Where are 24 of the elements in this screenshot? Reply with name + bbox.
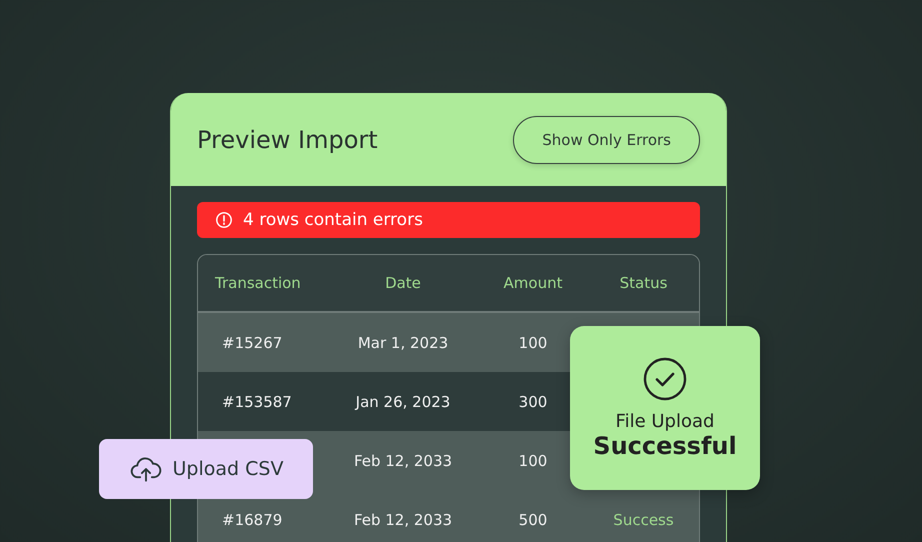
- table-cell: Jan 26, 2023: [356, 392, 450, 410]
- check-circle-icon: [643, 356, 687, 400]
- table-cell: Mar 1, 2023: [358, 334, 448, 352]
- error-message: 4 rows contain errors: [243, 210, 423, 230]
- table-cell: Success: [613, 510, 674, 528]
- table-cell: 500: [518, 510, 548, 528]
- show-errors-button[interactable]: Show Only Errors: [513, 116, 700, 164]
- table-cell: 100: [518, 334, 548, 352]
- card-title: Preview Import: [197, 126, 378, 154]
- table-cell: 300: [518, 392, 548, 410]
- alert-icon: [215, 211, 233, 229]
- table-cell-text: #15267: [221, 334, 282, 352]
- column-header: Status: [620, 274, 668, 292]
- column-header: Amount: [504, 274, 562, 292]
- table-cell-text: #153587: [221, 392, 292, 410]
- column-header: Date: [385, 274, 421, 292]
- table-row[interactable]: #16879 Feb 12, 2033 500 Success: [198, 490, 699, 542]
- table-cell: 100: [518, 452, 548, 470]
- column-header: Transaction: [214, 274, 301, 292]
- table-cell: Feb 12, 2033: [354, 452, 452, 470]
- upload-csv-button[interactable]: Upload CSV: [99, 439, 313, 499]
- cloud-upload-icon: [128, 455, 163, 483]
- table-cell-text: #16879: [221, 510, 282, 528]
- table-cell: Feb 12, 2033: [354, 510, 452, 528]
